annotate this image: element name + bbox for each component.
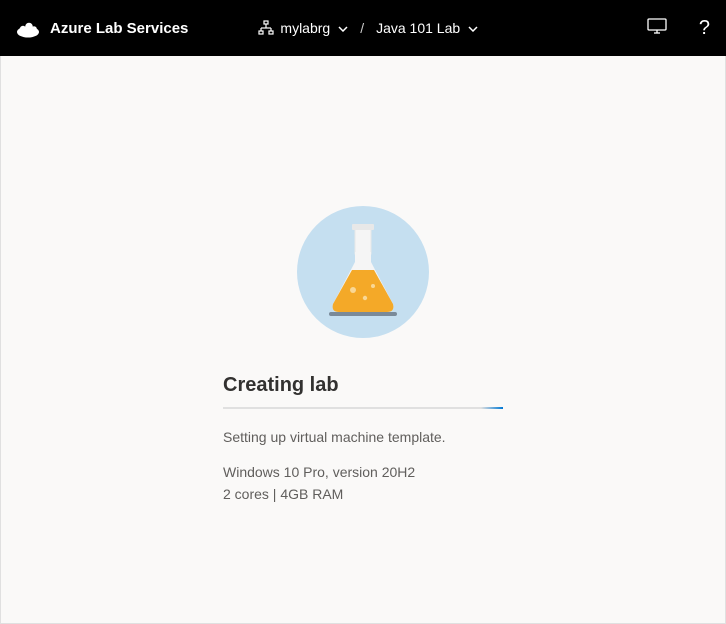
- breadcrumb-lab[interactable]: Java 101 Lab: [376, 20, 478, 36]
- breadcrumb-rg-label: mylabrg: [280, 20, 330, 36]
- virtual-machines-icon[interactable]: [647, 18, 667, 39]
- status-title: Creating lab: [223, 374, 503, 397]
- vm-specs: 2 cores | 4GB RAM: [223, 483, 503, 505]
- top-header: Azure Lab Services mylabrg / Ja: [0, 0, 726, 56]
- service-name: Azure Lab Services: [50, 20, 188, 37]
- breadcrumb-resource-group[interactable]: mylabrg: [258, 20, 348, 36]
- chevron-down-icon: [338, 21, 348, 35]
- breadcrumb: mylabrg / Java 101 Lab: [258, 20, 478, 36]
- flask-illustration: [297, 206, 429, 338]
- vm-os: Windows 10 Pro, version 20H2: [223, 461, 503, 483]
- breadcrumb-separator: /: [360, 20, 364, 36]
- main-content: Creating lab Setting up virtual machine …: [0, 56, 726, 624]
- status-panel: Creating lab Setting up virtual machine …: [223, 374, 503, 506]
- help-icon[interactable]: ?: [699, 17, 710, 40]
- org-icon: [258, 20, 274, 36]
- breadcrumb-lab-label: Java 101 Lab: [376, 20, 460, 36]
- logo-section[interactable]: Azure Lab Services: [16, 16, 188, 40]
- progress-bar: [223, 407, 503, 409]
- azure-lab-logo-icon: [16, 16, 40, 40]
- status-message: Setting up virtual machine template.: [223, 429, 503, 445]
- header-actions: ?: [647, 17, 710, 40]
- progress-fill: [481, 407, 503, 409]
- chevron-down-icon: [468, 21, 478, 35]
